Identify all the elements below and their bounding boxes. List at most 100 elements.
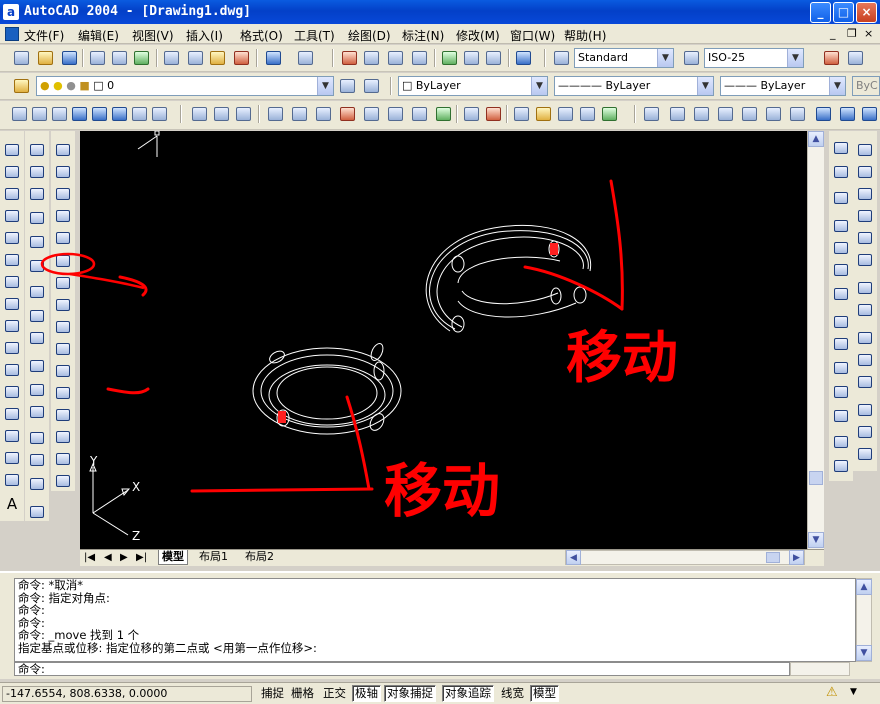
stretch-icon[interactable] — [53, 318, 73, 336]
torus-object-1[interactable] — [252, 342, 402, 435]
spline-icon[interactable] — [2, 317, 22, 335]
ucs-zaxis-icon[interactable] — [831, 239, 851, 257]
multiline-text-icon[interactable]: A — [2, 495, 22, 513]
hscroll-thumb[interactable] — [766, 552, 780, 563]
lineweight-select[interactable]: ——— ByLayer ▼ — [720, 76, 846, 96]
cmd-scroll-down-arrow[interactable]: ▼ — [856, 645, 872, 661]
menu-dimension[interactable]: 标注(N) — [402, 27, 444, 44]
menu-insert[interactable]: 插入(I) — [186, 27, 223, 44]
zoom-previous-icon[interactable] — [410, 49, 429, 67]
menu-format[interactable]: 格式(O) — [240, 27, 283, 44]
solid-torus-icon[interactable] — [855, 251, 875, 269]
view-front-icon[interactable] — [740, 105, 759, 123]
dim-update-icon[interactable] — [27, 475, 47, 493]
view-nw-iso-icon[interactable] — [860, 105, 879, 123]
move-faces-icon[interactable] — [290, 105, 309, 123]
arc-icon[interactable] — [2, 251, 22, 269]
tool-palettes-icon[interactable] — [484, 49, 503, 67]
grid-toggle[interactable]: 栅格 — [288, 685, 317, 702]
grip-point-1[interactable] — [278, 411, 286, 423]
save-icon[interactable] — [60, 49, 79, 67]
extend-icon[interactable] — [53, 362, 73, 380]
view-se-iso-icon[interactable] — [814, 105, 833, 123]
ucs-icon-btn[interactable] — [831, 139, 851, 157]
scroll-up-arrow[interactable]: ▲ — [808, 131, 824, 147]
clean-icon[interactable] — [534, 105, 553, 123]
tab-model[interactable]: 模型 — [158, 550, 188, 565]
pan-icon-right[interactable] — [822, 49, 841, 67]
color-faces-icon[interactable] — [434, 105, 453, 123]
layer-select[interactable]: ● ● ● ■ □ 0 ▼ — [36, 76, 334, 96]
quick-leader-icon[interactable] — [27, 357, 47, 375]
zoom-icon-right[interactable] — [846, 49, 865, 67]
ucs-view-icon[interactable] — [831, 335, 851, 353]
ucs-3point-icon[interactable] — [831, 261, 851, 279]
sphere-icon[interactable] — [90, 105, 109, 123]
scroll-thumb[interactable] — [809, 471, 823, 485]
drawing-canvas[interactable]: 移动 移动 Y X Z — [80, 131, 807, 549]
plot-icon[interactable] — [88, 49, 107, 67]
solid-wedge-icon[interactable] — [855, 229, 875, 247]
coordinate-display[interactable]: -147.6554, 808.6338, 0.0000 — [2, 686, 252, 702]
view-top-icon[interactable] — [642, 105, 661, 123]
command-scrollbar[interactable]: ▲ ▼ — [856, 578, 872, 662]
make-block-icon[interactable] — [2, 405, 22, 423]
tab-layout1[interactable]: 布局1 — [196, 550, 231, 565]
plot-preview-icon[interactable] — [110, 49, 129, 67]
baseline-dim-icon[interactable] — [27, 307, 47, 325]
make-current-layer-icon[interactable] — [338, 77, 357, 95]
close-button[interactable]: × — [856, 2, 877, 23]
first-tab-button[interactable]: |◀ — [84, 552, 95, 563]
rectangle-icon[interactable] — [2, 229, 22, 247]
break-at-point-icon[interactable] — [53, 384, 73, 402]
solid-section-icon[interactable] — [855, 351, 875, 369]
radius-dim-icon[interactable] — [27, 209, 47, 227]
explode-icon[interactable] — [53, 472, 73, 490]
region-icon[interactable] — [2, 471, 22, 489]
paste-icon[interactable] — [208, 49, 227, 67]
ucs-named-icon[interactable] — [831, 457, 851, 475]
ordinate-dim-icon[interactable] — [27, 185, 47, 203]
intersect-icon[interactable] — [234, 105, 253, 123]
ucs-previous-icon[interactable] — [831, 189, 851, 207]
color-select[interactable]: □ ByLayer ▼ — [398, 76, 548, 96]
doc-restore-button[interactable]: ❐ — [847, 27, 857, 40]
solid-setup-view-icon[interactable] — [855, 423, 875, 441]
command-input[interactable]: 命令: — [14, 662, 790, 676]
lineweight-toggle[interactable]: 线宽 — [498, 685, 527, 702]
solid-extrude-icon[interactable] — [855, 279, 875, 297]
menu-file[interactable]: 文件(F) — [24, 27, 64, 44]
view-sw-iso-icon[interactable] — [788, 105, 807, 123]
copy-object-icon[interactable] — [53, 163, 73, 181]
doc-close-button[interactable]: × — [864, 27, 873, 40]
ucs-world-icon[interactable] — [831, 163, 851, 181]
scroll-right-arrow[interactable]: ▶ — [789, 550, 804, 565]
ucs-object-icon[interactable] — [831, 285, 851, 303]
open-icon[interactable] — [36, 49, 55, 67]
text-style-select[interactable]: Standard ▼ — [574, 48, 674, 68]
warning-icon[interactable]: ⚠ — [826, 685, 838, 700]
menu-help[interactable]: 帮助(H) — [564, 27, 606, 44]
erase-icon[interactable] — [53, 141, 73, 159]
ucs-face-icon[interactable] — [831, 313, 851, 331]
menu-modify[interactable]: 修改(M) — [456, 27, 500, 44]
minimize-button[interactable]: _ — [810, 2, 831, 23]
continue-dim-icon[interactable] — [27, 329, 47, 347]
ucs-x-rotate-icon[interactable] — [831, 359, 851, 377]
cmd-scroll-up-arrow[interactable]: ▲ — [856, 579, 872, 595]
imprint-icon[interactable] — [512, 105, 531, 123]
extrude-faces-icon[interactable] — [266, 105, 285, 123]
box-icon[interactable] — [10, 105, 29, 123]
ellipse-arc-icon[interactable] — [2, 361, 22, 379]
status-menu-arrow[interactable]: ▼ — [850, 687, 857, 697]
point-icon[interactable] — [2, 427, 22, 445]
solid-cylinder-icon[interactable] — [855, 185, 875, 203]
redo-icon[interactable] — [296, 49, 315, 67]
ucs-y-rotate-icon[interactable] — [831, 383, 851, 401]
view-ne-iso-icon[interactable] — [838, 105, 857, 123]
dish-icon[interactable] — [130, 105, 149, 123]
design-center-icon[interactable] — [462, 49, 481, 67]
solid-box-icon[interactable] — [855, 141, 875, 159]
view-left-icon[interactable] — [692, 105, 711, 123]
menu-window[interactable]: 窗口(W) — [510, 27, 555, 44]
